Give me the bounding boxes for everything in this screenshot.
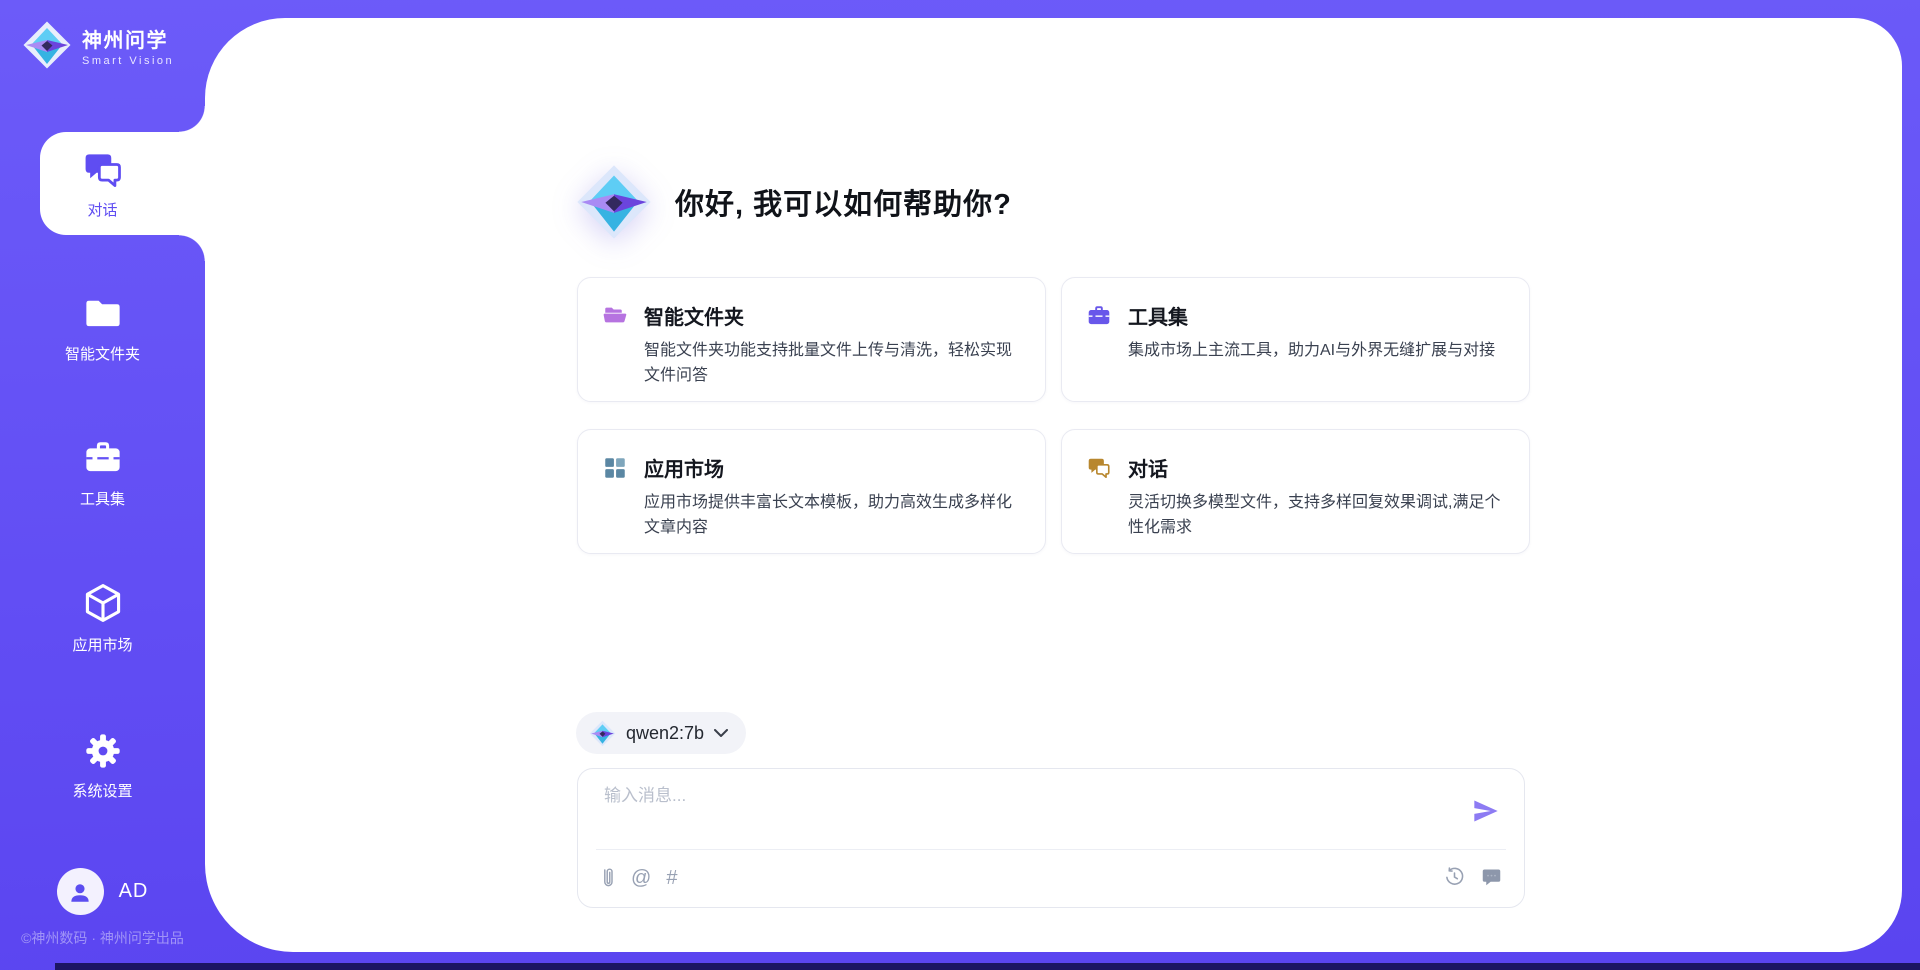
cube-icon [81,581,125,625]
sidebar-item-label: 智能文件夹 [65,343,140,364]
folder-open-icon [602,303,628,329]
user-account[interactable]: AD [0,868,205,915]
avatar [57,868,104,915]
folder-icon [82,292,124,334]
content-column: 你好, 我可以如何帮助你? 智能文件夹 智能文件夹功能支持批量文件上传与清洗，轻… [575,18,1528,952]
sidebar-item-settings[interactable]: 系统设置 [0,731,205,801]
sidebar-item-label: 应用市场 [72,634,132,655]
composer-toolbar: @ # [600,866,677,890]
brand-name: 神州问学 [82,24,174,53]
message-input[interactable] [602,785,1436,807]
model-selector[interactable]: qwen2:7b [576,712,746,754]
chat-icon [1086,455,1112,481]
sidebar: 神州问学 Smart Vision 对话 智能文件夹 工具集 [0,0,205,970]
feature-cards: 智能文件夹 智能文件夹功能支持批量文件上传与清洗，轻松实现文件问答 [577,277,1530,554]
card-description: 智能文件夹功能支持批量文件上传与清洗，轻松实现文件问答 [602,338,1021,388]
composer-divider [596,849,1506,850]
card-toolset[interactable]: 工具集 集成市场上主流工具，助力AI与外界无缝扩展与对接 [1061,277,1530,402]
sidebar-item-chat[interactable]: 对话 [40,132,205,235]
chat-icon [81,148,125,192]
card-title: 工具集 [1128,301,1188,330]
sidebar-item-label: 系统设置 [72,780,132,801]
card-description: 集成市场上主流工具，助力AI与外界无缝扩展与对接 [1086,338,1505,363]
hash-icon[interactable]: # [666,867,677,889]
history-icon[interactable] [1444,866,1465,887]
model-name: qwen2:7b [626,723,704,744]
sidebar-item-label: 工具集 [80,488,125,509]
at-icon[interactable]: @ [631,867,651,889]
brand-diamond-icon [22,20,72,70]
brand-block: 神州问学 Smart Vision [22,20,174,70]
toolbox-icon [82,437,124,479]
greeting-block: 你好, 我可以如何帮助你? [575,163,1012,241]
brand-subtitle: Smart Vision [82,55,174,67]
sidebar-item-label: 对话 [87,199,117,220]
bottom-edge-strip [55,963,1920,970]
card-title: 智能文件夹 [644,301,744,330]
card-description: 应用市场提供丰富长文本模板，助力高效生成多样化文章内容 [602,490,1021,540]
brand-diamond-icon [589,720,616,747]
card-smart-folder[interactable]: 智能文件夹 智能文件夹功能支持批量文件上传与清洗，轻松实现文件问答 [577,277,1046,402]
card-title: 应用市场 [644,453,724,482]
chat-bubble-icon[interactable] [1481,866,1502,887]
gear-icon [83,731,123,771]
card-title: 对话 [1128,453,1168,482]
sidebar-item-smart-folder[interactable]: 智能文件夹 [0,292,205,364]
copyright-text: ©神州数码 · 神州问学出品 [0,928,205,948]
grid-icon [602,455,628,481]
card-description: 灵活切换多模型文件，支持多样回复效果调试,满足个性化需求 [1086,490,1505,540]
person-icon [67,879,93,905]
main-panel: 你好, 我可以如何帮助你? 智能文件夹 智能文件夹功能支持批量文件上传与清洗，轻… [205,18,1902,952]
brand-diamond-icon [575,163,653,241]
composer-right-toolbar [1444,866,1502,887]
message-composer: @ # [577,768,1525,908]
chevron-down-icon [714,729,728,737]
card-chat[interactable]: 对话 灵活切换多模型文件，支持多样回复效果调试,满足个性化需求 [1061,429,1530,554]
user-initials: AD [119,880,149,903]
greeting-title: 你好, 我可以如何帮助你? [675,181,1012,223]
sidebar-item-app-market[interactable]: 应用市场 [0,581,205,655]
sidebar-item-toolset[interactable]: 工具集 [0,437,205,509]
card-app-market[interactable]: 应用市场 应用市场提供丰富长文本模板，助力高效生成多样化文章内容 [577,429,1046,554]
send-icon[interactable] [1472,797,1500,825]
toolbox-icon [1086,303,1112,329]
paperclip-icon[interactable] [600,866,616,890]
